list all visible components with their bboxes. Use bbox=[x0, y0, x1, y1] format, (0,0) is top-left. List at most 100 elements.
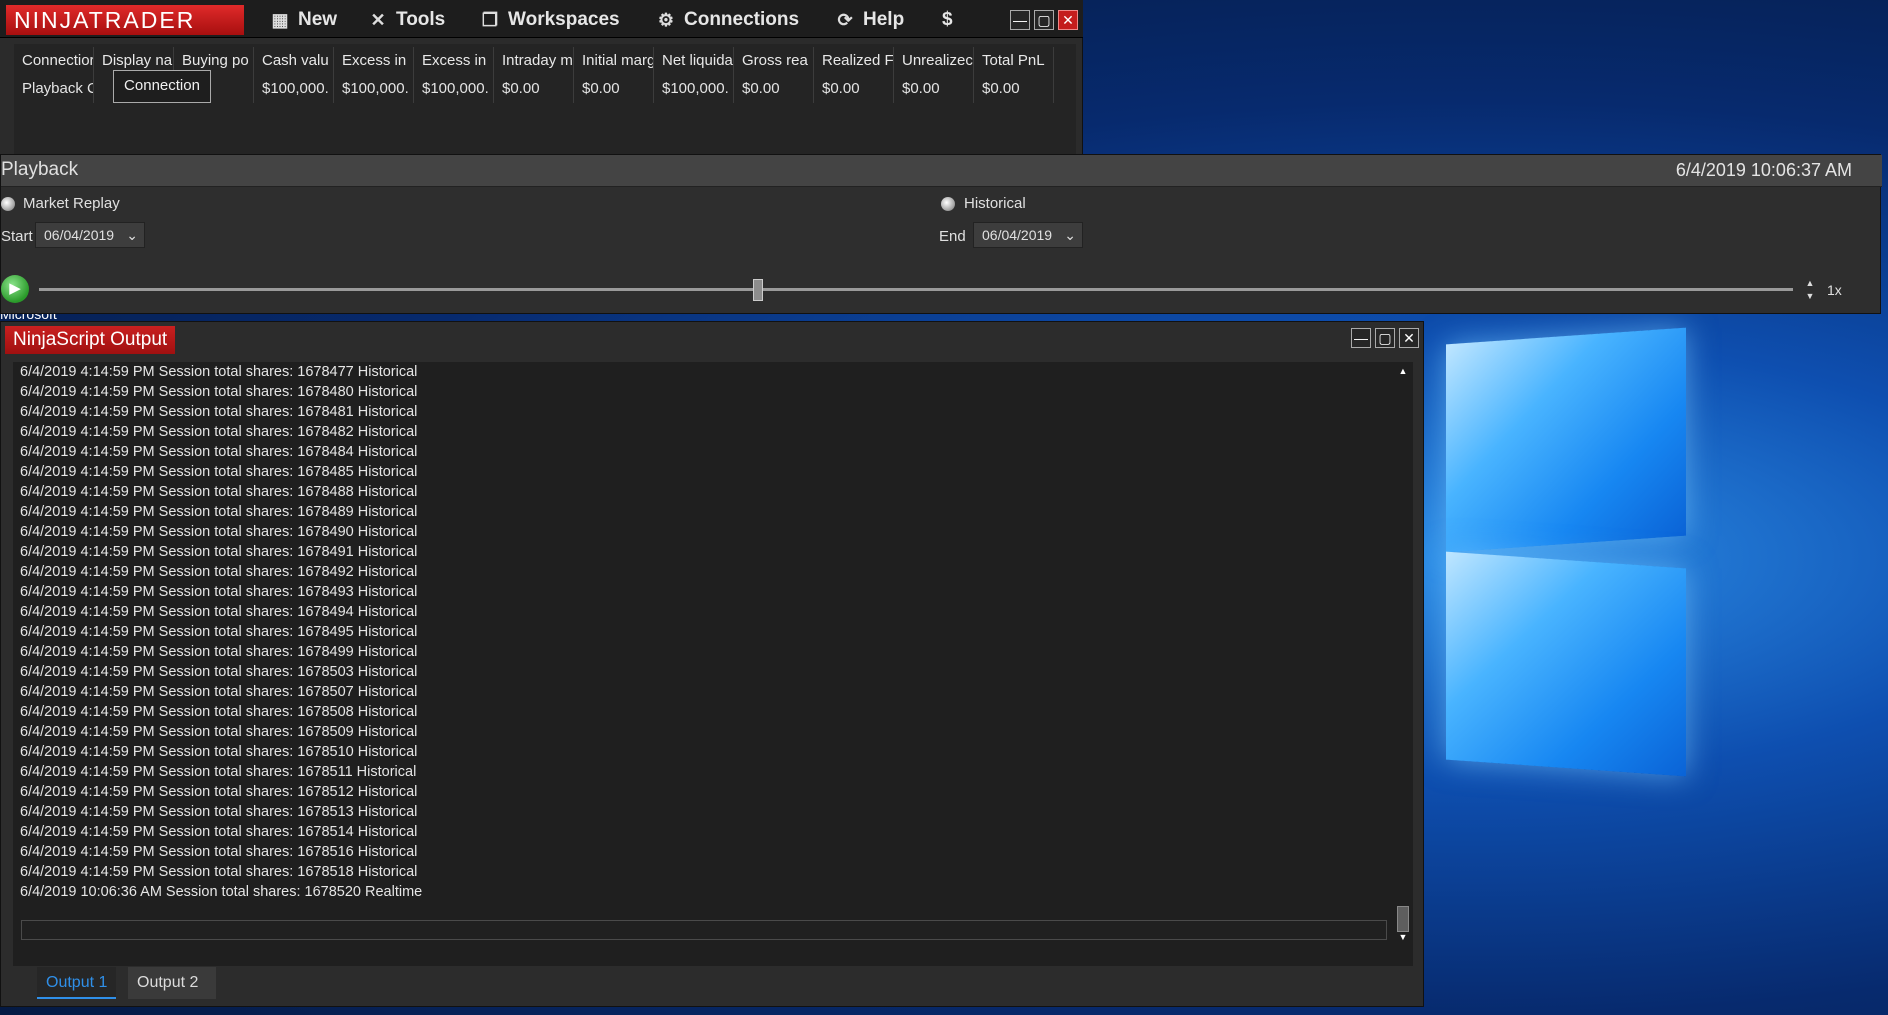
column-header[interactable]: Gross rea bbox=[734, 47, 814, 75]
historical-radio[interactable] bbox=[941, 197, 955, 211]
menu-bar: NINJATRADER ▦ New ✕ Tools ❐ Workspaces ⚙… bbox=[0, 0, 1083, 38]
column-header[interactable]: Realized F bbox=[814, 47, 894, 75]
scroll-up-arrow-icon[interactable]: ▲ bbox=[1395, 364, 1411, 378]
maximize-button[interactable]: ▢ bbox=[1375, 328, 1395, 348]
playback-slider-track[interactable] bbox=[39, 288, 1793, 291]
log-line: 6/4/2019 4:14:59 PM Session total shares… bbox=[20, 644, 418, 660]
log-line: 6/4/2019 4:14:59 PM Session total shares… bbox=[20, 684, 418, 700]
scrollbar-thumb[interactable] bbox=[1397, 906, 1409, 932]
end-label: End bbox=[939, 228, 966, 245]
playback-slider-thumb[interactable] bbox=[753, 279, 764, 301]
start-date-value: 06/04/2019 bbox=[44, 227, 115, 243]
menu-accounts-dollar[interactable]: $ bbox=[942, 8, 953, 32]
log-line: 6/4/2019 4:14:59 PM Session total shares… bbox=[20, 624, 418, 640]
ninjatrader-logo: NINJATRADER bbox=[6, 5, 244, 35]
column-header[interactable]: Excess in bbox=[334, 47, 414, 75]
playback-window: Playback 6/4/2019 10:06:37 AM Market Rep… bbox=[0, 154, 1882, 314]
log-line: 6/4/2019 4:14:59 PM Session total shares… bbox=[20, 724, 418, 740]
tab-output-2[interactable]: Output 2 bbox=[128, 967, 216, 999]
ninjascript-output-window: NinjaScript Output — ▢ ✕ 6/4/2019 4:14:5… bbox=[0, 321, 1424, 1007]
log-lines: 6/4/2019 4:14:59 PM Session total shares… bbox=[20, 362, 1400, 920]
log-line: 6/4/2019 4:14:59 PM Session total shares… bbox=[20, 744, 418, 760]
log-line: 6/4/2019 4:14:59 PM Session total shares… bbox=[20, 464, 418, 480]
play-icon: ▶ bbox=[9, 280, 21, 297]
end-date-picker[interactable]: 06/04/2019 ⌄ bbox=[973, 222, 1083, 248]
vertical-scrollbar[interactable]: ▲ ▼ bbox=[1395, 364, 1411, 942]
ninjascript-output-title: NinjaScript Output bbox=[5, 326, 176, 354]
column-header[interactable]: Unrealizec bbox=[894, 47, 974, 75]
maximize-button[interactable]: ▢ bbox=[1034, 10, 1054, 30]
log-line: 6/4/2019 4:14:59 PM Session total shares… bbox=[20, 784, 418, 800]
log-line: 6/4/2019 4:14:59 PM Session total shares… bbox=[20, 804, 418, 820]
workspaces-icon: ❐ bbox=[481, 9, 499, 30]
start-date-picker[interactable]: 06/04/2019 ⌄ bbox=[35, 222, 145, 248]
table-cell: $0.00 bbox=[814, 75, 894, 103]
playback-header: Playback 6/4/2019 10:06:37 AM bbox=[1, 155, 1882, 187]
column-header[interactable]: Intraday m bbox=[494, 47, 574, 75]
table-cell: $100,000. bbox=[414, 75, 494, 103]
column-header[interactable]: Net liquida bbox=[654, 47, 734, 75]
log-line: 6/4/2019 4:14:59 PM Session total shares… bbox=[20, 544, 418, 560]
scroll-down-arrow-icon[interactable]: ▼ bbox=[1395, 930, 1411, 944]
log-line: 6/4/2019 4:14:59 PM Session total shares… bbox=[20, 704, 418, 720]
close-button[interactable]: ✕ bbox=[1399, 328, 1419, 348]
playback-clock: 6/4/2019 10:06:37 AM bbox=[1675, 160, 1852, 180]
speed-spinner[interactable]: ▲ ▼ bbox=[1803, 277, 1817, 305]
column-header[interactable]: Connectior bbox=[14, 47, 94, 75]
play-button[interactable]: ▶ bbox=[1, 275, 29, 303]
column-header[interactable]: Total PnL bbox=[974, 47, 1054, 75]
menu-help-label: Help bbox=[863, 9, 905, 30]
log-line: 6/4/2019 4:14:59 PM Session total shares… bbox=[20, 664, 418, 680]
plug-icon: ⚙ bbox=[657, 9, 675, 30]
close-button[interactable]: ✕ bbox=[1058, 10, 1078, 30]
log-line: 6/4/2019 4:14:59 PM Session total shares… bbox=[20, 404, 418, 420]
log-line: 6/4/2019 4:14:59 PM Session total shares… bbox=[20, 564, 418, 580]
menu-connections[interactable]: ⚙ Connections bbox=[656, 8, 799, 32]
market-replay-label: Market Replay bbox=[23, 195, 120, 212]
column-header[interactable]: Excess in bbox=[414, 47, 494, 75]
menu-new[interactable]: ▦ New bbox=[270, 8, 337, 32]
log-line: 6/4/2019 4:14:59 PM Session total shares… bbox=[20, 844, 418, 860]
log-line: 6/4/2019 4:14:59 PM Session total shares… bbox=[20, 504, 418, 520]
menu-workspaces-label: Workspaces bbox=[508, 9, 620, 30]
market-replay-radio[interactable] bbox=[1, 197, 15, 211]
log-line: 6/4/2019 4:14:59 PM Session total shares… bbox=[20, 864, 418, 880]
log-line: 6/4/2019 4:14:59 PM Session total shares… bbox=[20, 584, 418, 600]
column-tooltip: Connection bbox=[113, 70, 211, 103]
menu-connections-label: Connections bbox=[684, 9, 800, 30]
speed-value: 1x bbox=[1827, 282, 1842, 298]
log-line: 6/4/2019 4:14:59 PM Session total shares… bbox=[20, 444, 418, 460]
log-line: 6/4/2019 10:06:36 AM Session total share… bbox=[20, 884, 423, 900]
menu-workspaces[interactable]: ❐ Workspaces bbox=[480, 8, 620, 32]
table-cell: $0.00 bbox=[574, 75, 654, 103]
output-input-field[interactable] bbox=[21, 920, 1387, 940]
table-cell: $0.00 bbox=[974, 75, 1054, 103]
dollar-icon: $ bbox=[942, 9, 953, 30]
playback-title: Playback bbox=[1, 159, 79, 180]
table-cell: $100,000. bbox=[654, 75, 734, 103]
column-header[interactable]: Cash valu bbox=[254, 47, 334, 75]
log-line: 6/4/2019 4:14:59 PM Session total shares… bbox=[20, 524, 418, 540]
log-line: 6/4/2019 4:14:59 PM Session total shares… bbox=[20, 384, 418, 400]
table-cell: $0.00 bbox=[894, 75, 974, 103]
column-header[interactable]: Initial marg bbox=[574, 47, 654, 75]
minimize-button[interactable]: — bbox=[1351, 328, 1371, 348]
output-log-area[interactable]: 6/4/2019 4:14:59 PM Session total shares… bbox=[13, 362, 1413, 966]
new-window-icon: ▦ bbox=[271, 9, 289, 30]
end-date-value: 06/04/2019 bbox=[982, 227, 1053, 243]
minimize-button[interactable]: — bbox=[1010, 10, 1030, 30]
table-cell: $0.00 bbox=[734, 75, 814, 103]
chevron-down-icon: ⌄ bbox=[1064, 227, 1076, 243]
menu-help[interactable]: ⟳ Help bbox=[835, 8, 904, 32]
table-cell: $0.00 bbox=[494, 75, 574, 103]
help-lifebuoy-icon: ⟳ bbox=[837, 9, 853, 30]
chevron-down-icon: ⌄ bbox=[126, 227, 138, 243]
menu-new-label: New bbox=[298, 9, 338, 30]
start-label: Start bbox=[1, 228, 33, 245]
log-line: 6/4/2019 4:14:59 PM Session total shares… bbox=[20, 764, 417, 780]
table-cell: Playback C bbox=[14, 75, 94, 103]
tab-output-1[interactable]: Output 1 bbox=[37, 967, 117, 999]
log-line: 6/4/2019 4:14:59 PM Session total shares… bbox=[20, 824, 418, 840]
log-line: 6/4/2019 4:14:59 PM Session total shares… bbox=[20, 484, 418, 500]
menu-tools[interactable]: ✕ Tools bbox=[368, 8, 445, 32]
